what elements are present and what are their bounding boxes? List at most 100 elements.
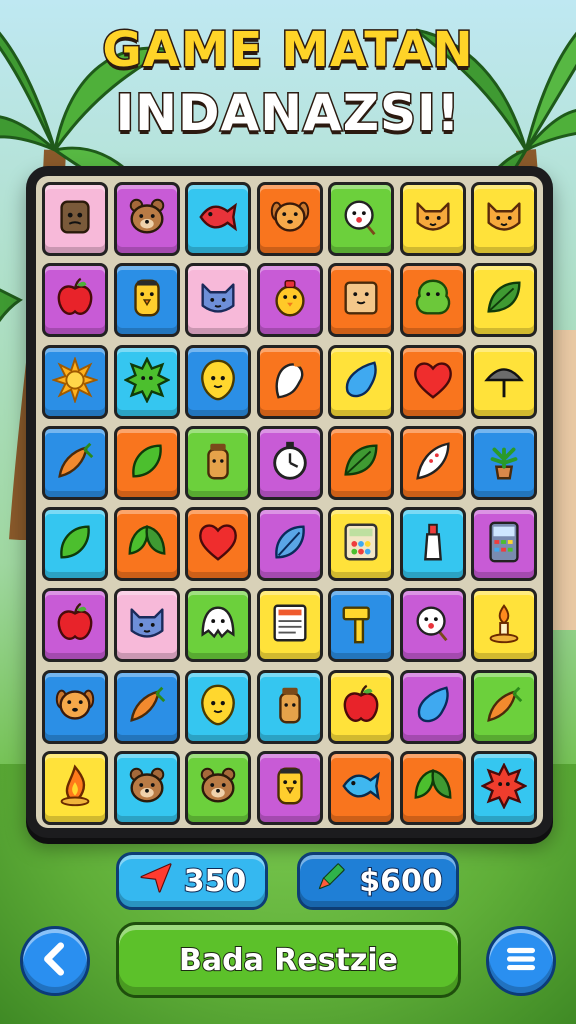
back-button[interactable]: [20, 926, 90, 996]
flower-lollipop-icon: [410, 600, 456, 650]
board-tile[interactable]: [328, 588, 394, 663]
board-tile[interactable]: [256, 344, 323, 419]
board-tile[interactable]: [399, 263, 466, 338]
board-tile[interactable]: [185, 507, 251, 582]
bird-face-icon: [124, 275, 170, 325]
game-title-line-1: GAME MATAN: [101, 21, 474, 80]
board-tile[interactable]: [113, 425, 180, 500]
dog-face-icon: [52, 682, 98, 732]
board-tile[interactable]: [256, 182, 323, 256]
board-tile[interactable]: [256, 751, 323, 826]
leaf-icon: [338, 438, 384, 488]
green-spiky-icon: [122, 355, 171, 407]
board-tile[interactable]: [185, 425, 251, 500]
bottle-icon: [410, 519, 456, 569]
game-board: [26, 166, 553, 838]
board-tile[interactable]: [113, 263, 180, 338]
restart-button[interactable]: Bada Restzie: [116, 922, 461, 998]
board-tile[interactable]: [471, 182, 537, 256]
board-tile[interactable]: [185, 182, 251, 256]
blue-fish-icon: [338, 763, 384, 813]
board-tile[interactable]: [399, 588, 466, 663]
white-ghost-icon: [195, 600, 241, 650]
board-tile[interactable]: [185, 263, 251, 338]
board-tile[interactable]: [113, 344, 180, 419]
menu-button[interactable]: [486, 926, 556, 996]
tile-grid: [42, 182, 537, 826]
cat-face-icon: [481, 194, 527, 244]
board-tile[interactable]: [42, 588, 108, 663]
board-tile[interactable]: [42, 425, 108, 500]
board-tile[interactable]: [471, 263, 537, 338]
board-tile[interactable]: [113, 669, 180, 744]
bear-face-icon: [124, 194, 170, 244]
board-tile[interactable]: [471, 751, 537, 826]
green-leaf-icon: [124, 438, 170, 488]
blue-drop-icon: [410, 682, 456, 732]
board-tile[interactable]: [471, 669, 537, 744]
board-tile[interactable]: [42, 182, 108, 256]
board-tile[interactable]: [399, 507, 466, 582]
board-tile[interactable]: [471, 425, 537, 500]
board-tile[interactable]: [42, 344, 108, 419]
phone-icon: [481, 519, 527, 569]
board-tile[interactable]: [185, 751, 251, 826]
carrot-leaf-icon: [481, 682, 527, 732]
board-tile[interactable]: [185, 588, 251, 663]
money-counter[interactable]: $600: [297, 852, 459, 910]
board-tile[interactable]: [399, 751, 466, 826]
game-title-line-2: INDANAZSI!: [114, 83, 461, 144]
blue-drop-icon: [338, 357, 384, 407]
board-tile[interactable]: [328, 263, 394, 338]
flower-lollipop-icon: [338, 194, 384, 244]
board-tile[interactable]: [399, 344, 466, 419]
cat-face-icon: [410, 194, 456, 244]
board-tile[interactable]: [113, 751, 180, 826]
board-tile[interactable]: [185, 669, 251, 744]
moves-counter[interactable]: 350: [116, 852, 268, 910]
board-tile[interactable]: [328, 751, 394, 826]
board-tile[interactable]: [113, 588, 180, 663]
board-tile[interactable]: [399, 425, 466, 500]
board-tile[interactable]: [256, 669, 323, 744]
ghost-icon: [267, 357, 313, 407]
board-tile[interactable]: [256, 507, 323, 582]
board-tile[interactable]: [42, 751, 108, 826]
board-tile[interactable]: [328, 669, 394, 744]
board-tile[interactable]: [256, 263, 323, 338]
board-tile[interactable]: [471, 588, 537, 663]
feather-icon: [410, 438, 456, 488]
board-tile[interactable]: [113, 507, 180, 582]
board-tile[interactable]: [328, 507, 394, 582]
board-tile[interactable]: [328, 344, 394, 419]
apple-icon: [52, 600, 98, 650]
sun-icon: [50, 355, 100, 407]
board-tile[interactable]: [399, 182, 466, 256]
jar-icon: [195, 438, 241, 488]
board-tile[interactable]: [256, 588, 323, 663]
board-tile[interactable]: [185, 344, 251, 419]
board-tile[interactable]: [399, 669, 466, 744]
board-tile[interactable]: [256, 425, 323, 500]
board-tile[interactable]: [42, 669, 108, 744]
umbrella-icon: [481, 357, 527, 407]
board-tile[interactable]: [471, 344, 537, 419]
bird-face-icon: [267, 763, 313, 813]
board-tile[interactable]: [42, 507, 108, 582]
board-tile[interactable]: [113, 182, 180, 256]
leaf-icon: [481, 275, 527, 325]
board-tile[interactable]: [328, 182, 394, 256]
red-spiky-icon: [480, 762, 528, 813]
red-arrow-icon: [138, 859, 174, 903]
jar-icon: [267, 682, 313, 732]
heart-icon: [410, 357, 456, 407]
blue-cat-icon: [195, 275, 241, 325]
board-tile[interactable]: [471, 507, 537, 582]
note-face-icon: [338, 275, 384, 325]
board-tile[interactable]: [328, 425, 394, 500]
chick-icon: [267, 275, 313, 325]
board-tile[interactable]: [42, 263, 108, 338]
fire-icon: [52, 763, 98, 813]
heart-icon: [195, 519, 241, 569]
pencil-icon: [313, 859, 349, 903]
